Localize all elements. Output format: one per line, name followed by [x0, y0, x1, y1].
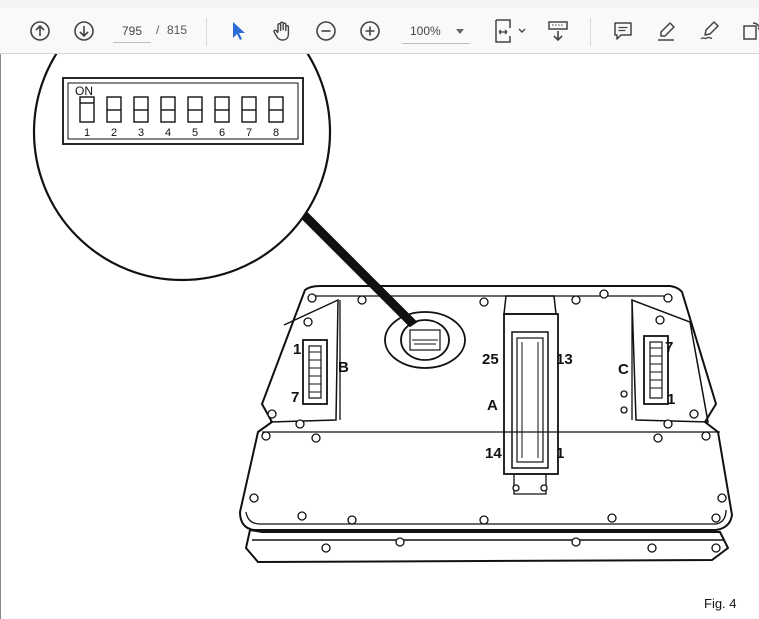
connector-a-pin-1: 1 — [556, 445, 564, 462]
connector-c-pin-1: 1 — [667, 391, 675, 408]
rotate-button[interactable] — [736, 15, 759, 47]
next-page-button[interactable] — [68, 15, 100, 47]
scroll-mode-icon — [546, 19, 570, 43]
pointer-icon — [228, 20, 248, 42]
connector-b-label: B — [338, 359, 349, 376]
zoom-out-icon — [315, 20, 337, 42]
hand-icon — [271, 20, 293, 42]
connector-a-pin-13: 13 — [556, 351, 573, 368]
connector-b-pin-7: 7 — [291, 389, 299, 406]
dip-switch-number-4: 4 — [165, 127, 171, 139]
toolbar-divider — [206, 18, 207, 46]
highlight-icon — [655, 20, 677, 42]
dip-switch-number-2: 2 — [111, 127, 117, 139]
scroll-mode-button[interactable] — [542, 15, 574, 47]
arrow-up-icon — [29, 20, 51, 42]
magnifier-pointer — [290, 204, 418, 328]
hand-tool-button[interactable] — [266, 15, 298, 47]
sign-icon — [698, 20, 722, 42]
fit-page-icon — [493, 18, 527, 44]
zoom-select[interactable]: 100% — [402, 19, 470, 44]
dip-switch-number-6: 6 — [219, 127, 225, 139]
dip-switch-number-5: 5 — [192, 127, 198, 139]
chevron-down-icon — [456, 29, 464, 34]
zoom-value: 100% — [410, 24, 441, 38]
rotate-icon — [741, 20, 759, 42]
dip-switch-number-7: 7 — [246, 127, 252, 139]
page-separator: / — [156, 23, 160, 37]
dip-switch-1 — [79, 96, 95, 123]
dip-switch-number-8: 8 — [273, 127, 279, 139]
arrow-down-icon — [73, 20, 95, 42]
connector-a-pin-14: 14 — [485, 445, 502, 462]
dip-switch-number-3: 3 — [138, 127, 144, 139]
figure-caption: Fig. 4 — [704, 596, 737, 611]
zoom-in-icon — [359, 20, 381, 42]
sign-button[interactable] — [694, 15, 726, 47]
technical-figure: ON 1 2 3 4 5 6 7 8 A 25 13 14 1 B 1 7 C 7 1 — [32, 54, 734, 564]
fit-page-button[interactable] — [490, 15, 530, 47]
connector-c-label: C — [618, 361, 629, 378]
comment-icon — [612, 20, 634, 42]
page-total: 815 — [167, 23, 188, 37]
toolbar-divider — [590, 18, 591, 46]
pdf-toolbar: / 815 100% — [0, 8, 759, 54]
connector-b-housing — [302, 339, 328, 405]
connector-a-label: A — [487, 397, 498, 414]
dip-on-label: ON — [75, 84, 93, 98]
connector-a-pin-25: 25 — [482, 351, 499, 368]
comment-button[interactable] — [607, 15, 639, 47]
previous-page-button[interactable] — [24, 15, 56, 47]
zoom-in-button[interactable] — [354, 15, 386, 47]
connector-c-pin-7: 7 — [665, 339, 673, 356]
window-top-strip — [0, 0, 759, 8]
highlight-button[interactable] — [650, 15, 682, 47]
zoom-out-button[interactable] — [310, 15, 342, 47]
dip-switch-number-1: 1 — [84, 127, 90, 139]
connector-b-pin-1: 1 — [293, 341, 301, 358]
select-tool-button[interactable] — [222, 15, 254, 47]
page-number-input[interactable] — [113, 20, 151, 43]
